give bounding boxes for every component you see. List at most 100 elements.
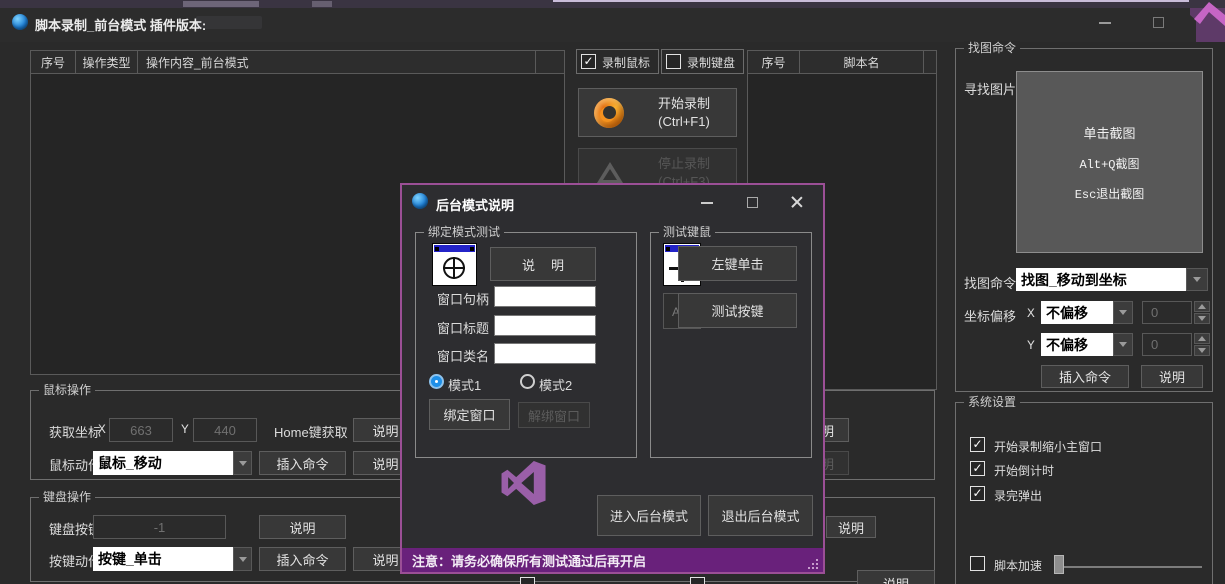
screen: { "window": { "title": "脚本录制_前台模式 插件版本:"…: [0, 0, 1225, 584]
minimize-button[interactable]: [1092, 12, 1118, 32]
window-class-input[interactable]: [494, 343, 596, 364]
find-command-dropdown-arrow[interactable]: [1186, 268, 1208, 291]
minimize-icon: [701, 202, 713, 204]
start-record-text: 开始录制 (Ctrl+F1): [639, 95, 729, 131]
offset-y-input[interactable]: 0: [1142, 333, 1192, 356]
coord-y-field: 440: [193, 418, 257, 442]
minimize-icon: [1099, 22, 1111, 24]
test-key-button[interactable]: 测试按键: [678, 293, 797, 328]
left-click-label: 左键单击: [711, 254, 763, 273]
find-command-select[interactable]: 找图_移动到坐标: [1016, 268, 1186, 291]
mouse-insert-button[interactable]: 插入命令: [259, 451, 346, 475]
find-command-label: 找图命令: [964, 273, 1016, 292]
background-window-highlight: [553, 0, 1189, 2]
popup-after-record-checkbox[interactable]: [970, 486, 985, 501]
record-mouse-checkbox[interactable]: [581, 54, 596, 69]
dialog-maximize-button[interactable]: [740, 191, 766, 213]
coord-x-label: X: [98, 422, 106, 437]
test-key-label: 测试按键: [711, 301, 763, 320]
mouse-action-select[interactable]: 鼠标_移动: [93, 451, 233, 475]
maximize-button[interactable]: [1146, 12, 1172, 32]
col-seq[interactable]: 序号: [31, 51, 76, 73]
start-record-button[interactable]: 开始录制 (Ctrl+F1): [578, 88, 737, 137]
help-label: 说明: [372, 454, 398, 473]
col-script-name[interactable]: 脚本名: [800, 51, 924, 73]
key-action-dropdown-arrow[interactable]: [233, 547, 252, 571]
coord-x-field: 663: [109, 418, 173, 442]
help-label: 说明: [372, 421, 398, 440]
col-op-type[interactable]: 操作类型: [76, 51, 138, 73]
bind-window-button[interactable]: 绑定窗口: [429, 399, 510, 430]
offset-x-number: 0: [1151, 305, 1158, 320]
offset-x-select[interactable]: 不偏移: [1041, 301, 1113, 324]
col-op-content[interactable]: 操作内容_前台模式: [138, 51, 536, 73]
shrink-window-checkbox[interactable]: [970, 437, 985, 452]
key-action-select[interactable]: 按键_单击: [93, 547, 233, 571]
firefox-icon: [594, 98, 624, 128]
get-coord-label: 获取坐标: [49, 422, 101, 441]
mouse-action-dropdown-arrow[interactable]: [233, 451, 252, 475]
capture-hint-2: Alt+Q截图: [1079, 155, 1139, 172]
dialog-minimize-button[interactable]: [694, 191, 720, 213]
script-accelerate-checkbox[interactable]: [970, 556, 985, 571]
capture-canvas[interactable]: 单击截图 Alt+Q截图 Esc退出截图: [1016, 71, 1203, 253]
dialog-close-button[interactable]: [784, 191, 810, 213]
offset-y-label: Y: [1027, 338, 1035, 353]
record-keyboard-label: 录制键盘: [687, 54, 735, 71]
mode2-radio[interactable]: [520, 374, 535, 389]
offset-x-dropdown-arrow[interactable]: [1113, 301, 1133, 324]
bind-help-button[interactable]: 说明: [490, 247, 596, 281]
stop-icon: [597, 162, 623, 183]
mode1-radio[interactable]: [429, 374, 444, 389]
home-key-label: Home键获取: [274, 422, 348, 441]
insert-label: 插入命令: [276, 454, 328, 473]
key-insert-button[interactable]: 插入命令: [259, 547, 346, 571]
spin-up-icon: [1198, 304, 1206, 309]
keyboard-right-help-button[interactable]: 说明: [826, 516, 876, 538]
title-blur-redaction: [196, 16, 262, 29]
accelerate-slider-handle[interactable]: [1054, 555, 1064, 574]
dialog-app-icon: [412, 193, 428, 209]
offset-x-spinner[interactable]: [1194, 301, 1210, 324]
mode2-label: 模式2: [539, 375, 572, 394]
mouse-ops-label: 鼠标操作: [39, 383, 95, 397]
record-mouse-label: 录制鼠标: [602, 54, 650, 71]
coord-y-value: 440: [214, 423, 236, 438]
offset-y-dropdown-arrow[interactable]: [1113, 333, 1133, 356]
offset-y-select[interactable]: 不偏移: [1041, 333, 1113, 356]
background-mode-dialog: 后台模式说明 绑定模式测试 说明 窗口句柄 窗口标题 窗口类名 模式1: [400, 183, 825, 574]
offset-x-input[interactable]: 0: [1142, 301, 1192, 324]
exit-background-button[interactable]: 退出后台模式: [708, 495, 813, 536]
left-click-test-button[interactable]: 左键单击: [678, 246, 797, 281]
close-icon: [790, 195, 804, 209]
accelerate-slider-track[interactable]: [1054, 566, 1202, 568]
resize-grip-icon[interactable]: [808, 559, 818, 569]
key-help-button[interactable]: 说明: [259, 515, 346, 539]
unbind-window-button[interactable]: 解绑窗口: [518, 402, 590, 428]
exit-background-label: 退出后台模式: [721, 506, 799, 525]
record-keyboard-checkbox-wrap[interactable]: 录制键盘: [661, 49, 744, 74]
window-title: 脚本录制_前台模式 插件版本:: [35, 15, 206, 34]
test-group-label: 测试键鼠: [659, 225, 715, 239]
scripts-table-header: 序号 脚本名: [748, 51, 936, 74]
countdown-checkbox[interactable]: [970, 461, 985, 476]
system-settings-group: 系统设置 开始录制缩小主窗口 开始倒计时 录完弹出 脚本加速: [955, 402, 1213, 584]
insert-label: 插入命令: [276, 550, 328, 569]
help-label: 说明: [372, 550, 398, 569]
help-label: 说明: [289, 518, 315, 537]
offset-y-spinner[interactable]: [1194, 333, 1210, 356]
record-keyboard-checkbox[interactable]: [666, 54, 681, 69]
col-script-seq[interactable]: 序号: [748, 51, 800, 73]
window-caption-input[interactable]: [494, 315, 596, 336]
insert-label: 插入命令: [1059, 367, 1111, 386]
find-image-help-button[interactable]: 说明: [1141, 365, 1203, 388]
partial-help-button[interactable]: 说明: [857, 570, 935, 584]
partial-checkbox[interactable]: [690, 577, 705, 584]
partial-checkbox[interactable]: [520, 577, 535, 584]
record-mouse-checkbox-wrap[interactable]: 录制鼠标: [576, 49, 659, 74]
enter-background-button[interactable]: 进入后台模式: [597, 495, 701, 536]
find-image-insert-button[interactable]: 插入命令: [1041, 365, 1129, 388]
unbind-window-label: 解绑窗口: [528, 406, 580, 425]
window-handle-input[interactable]: [494, 286, 596, 307]
spin-down-icon: [1198, 316, 1206, 321]
